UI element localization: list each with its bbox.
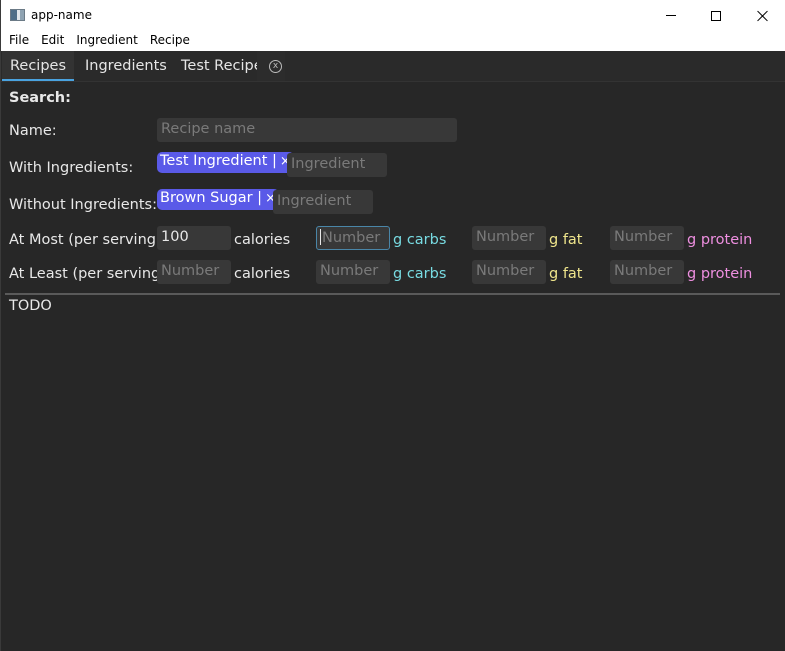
minimize-icon — [666, 15, 676, 16]
max-carbs-unit: g carbs — [393, 232, 447, 248]
app-icon — [10, 9, 25, 21]
search-heading: Search: — [9, 90, 71, 106]
ingredient-chip: Test Ingredient | × — [157, 152, 294, 173]
tab-test-recipe[interactable]: Test Recipe — [181, 51, 263, 81]
max-calories-input[interactable]: 100 — [157, 226, 231, 250]
min-protein-unit: g protein — [687, 266, 753, 282]
tab-ingredients[interactable]: Ingredients — [85, 51, 167, 81]
chip-label: Test Ingredient | — [160, 153, 277, 169]
max-fat-unit: g fat — [549, 232, 583, 248]
min-carbs-unit: g carbs — [393, 266, 447, 282]
with-ingredients-label: With Ingredients: — [9, 160, 134, 176]
tab-close-icon[interactable]: x — [269, 60, 282, 73]
max-protein-unit: g protein — [687, 232, 753, 248]
menu-file[interactable]: File — [3, 31, 35, 51]
window-title: app-name — [31, 8, 92, 22]
without-ingredient-input[interactable]: Ingredient — [273, 190, 373, 214]
max-fat-input[interactable]: Number — [472, 226, 546, 250]
min-carbs-input[interactable]: Number — [316, 260, 390, 284]
menu-recipe[interactable]: Recipe — [144, 31, 196, 51]
tab-recipes[interactable]: Recipes — [2, 51, 74, 81]
min-calories-unit: calories — [234, 266, 291, 282]
at-most-label: At Most (per serving) — [9, 232, 162, 248]
close-icon — [757, 10, 768, 21]
max-carbs-input[interactable]: Number — [316, 226, 390, 250]
recipe-name-input[interactable]: Recipe name — [157, 118, 457, 142]
min-protein-input[interactable]: Number — [610, 260, 684, 284]
at-least-label: At Least (per serving) — [9, 266, 166, 282]
name-label: Name: — [9, 123, 57, 139]
minimize-button[interactable] — [648, 0, 694, 31]
section-divider — [5, 293, 780, 295]
menu-edit[interactable]: Edit — [35, 31, 70, 51]
without-ingredients-label: Without Ingredients: — [9, 197, 157, 213]
min-calories-input[interactable]: Number — [157, 260, 231, 284]
min-fat-unit: g fat — [549, 266, 583, 282]
tab-bar: Recipes Ingredients Test Recipe x — [1, 51, 785, 82]
menu-bar: File Edit Ingredient Recipe — [1, 31, 785, 51]
ingredient-chip: Brown Sugar | × — [157, 189, 279, 210]
max-carbs-placeholder: Number — [322, 230, 381, 246]
close-window-button[interactable] — [739, 0, 785, 31]
max-calories-unit: calories — [234, 232, 291, 248]
chip-label: Brown Sugar | — [160, 190, 263, 206]
app-window: app-name File Edit Ingredient Recipe Rec… — [0, 0, 785, 651]
recipes-panel: Search: Name: Recipe name With Ingredien… — [1, 82, 785, 651]
text-caret — [320, 229, 321, 245]
menu-ingredient[interactable]: Ingredient — [70, 31, 143, 51]
results-placeholder-text: TODO — [9, 298, 52, 314]
min-fat-input[interactable]: Number — [472, 260, 546, 284]
max-protein-input[interactable]: Number — [610, 226, 684, 250]
maximize-icon — [711, 10, 721, 21]
title-bar: app-name — [1, 0, 785, 31]
maximize-button[interactable] — [693, 0, 739, 31]
with-ingredient-input[interactable]: Ingredient — [287, 153, 387, 177]
